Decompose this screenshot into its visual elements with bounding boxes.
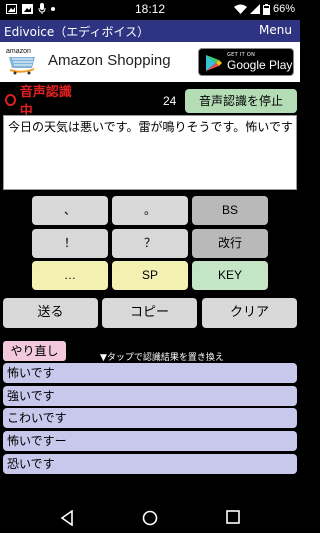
google-play-icon	[206, 55, 222, 71]
replace-hint: ▼タップで認識結果を置き換え	[100, 353, 224, 363]
status-bar: 18:12 66%	[0, 0, 300, 20]
amazon-logo-word: amazon	[6, 48, 31, 55]
ad-banner[interactable]: amazon Amazon Shopping GET IT ON Google …	[0, 42, 300, 82]
recording-circle-icon	[5, 94, 16, 106]
status-right-icons: 66%	[233, 3, 295, 15]
send-button[interactable]: 送る	[3, 298, 98, 328]
badge-big-text: Google Play	[227, 58, 293, 72]
battery-icon	[262, 3, 270, 15]
recognition-status: 音声認識中	[5, 85, 75, 119]
recognition-row: 音声認識中 24 音声認識を停止	[0, 85, 300, 119]
google-play-badge[interactable]: GET IT ON Google Play	[198, 48, 294, 76]
key-newline[interactable]: 改行	[192, 229, 268, 258]
recognition-status-label: 音声認識中	[19, 85, 72, 119]
amazon-logo: amazon	[6, 48, 40, 78]
key-backspace[interactable]: BS	[192, 196, 268, 225]
key-space[interactable]: SP	[112, 261, 188, 290]
candidate-item[interactable]: こわいです	[3, 408, 297, 428]
app-title: Edivoice（エディボイス）	[4, 25, 150, 39]
stop-recognition-button[interactable]: 音声認識を停止	[185, 89, 297, 113]
app-bar: Edivoice（エディボイス） Menu	[0, 20, 300, 42]
copy-button[interactable]: コピー	[102, 298, 197, 328]
key-comma[interactable]: 、	[32, 196, 108, 225]
candidate-item[interactable]: 怖いです	[3, 363, 297, 383]
key-ellipsis[interactable]: …	[32, 261, 108, 290]
action-buttons: 送る コピー クリア	[3, 298, 297, 328]
candidate-item[interactable]: 恐いです	[3, 454, 297, 474]
candidate-item[interactable]: 怖いですー	[3, 431, 297, 451]
battery-level: 66%	[272, 3, 295, 15]
key-question[interactable]: ？	[112, 229, 188, 258]
recents-icon[interactable]	[226, 510, 240, 524]
wifi-icon	[233, 4, 247, 14]
text-area[interactable]: 今日の天気は悪いです。雷が鳴りそうです。怖いです	[3, 115, 297, 190]
candidate-item[interactable]: 強いです	[3, 386, 297, 406]
clear-button[interactable]: クリア	[202, 298, 297, 328]
navigation-bar	[0, 503, 300, 533]
ad-text: Amazon Shopping	[48, 52, 171, 69]
shopping-cart-icon	[9, 57, 35, 75]
key-exclamation[interactable]: ！	[32, 229, 108, 258]
key-period[interactable]: 。	[112, 196, 188, 225]
key-keyboard[interactable]: KEY	[192, 261, 268, 290]
back-icon[interactable]	[60, 510, 74, 526]
home-icon[interactable]	[142, 510, 158, 526]
menu-button[interactable]: Menu	[259, 23, 292, 37]
redo-button[interactable]: やり直し	[3, 341, 66, 361]
character-count: 24	[163, 94, 177, 108]
signal-icon	[249, 4, 260, 14]
